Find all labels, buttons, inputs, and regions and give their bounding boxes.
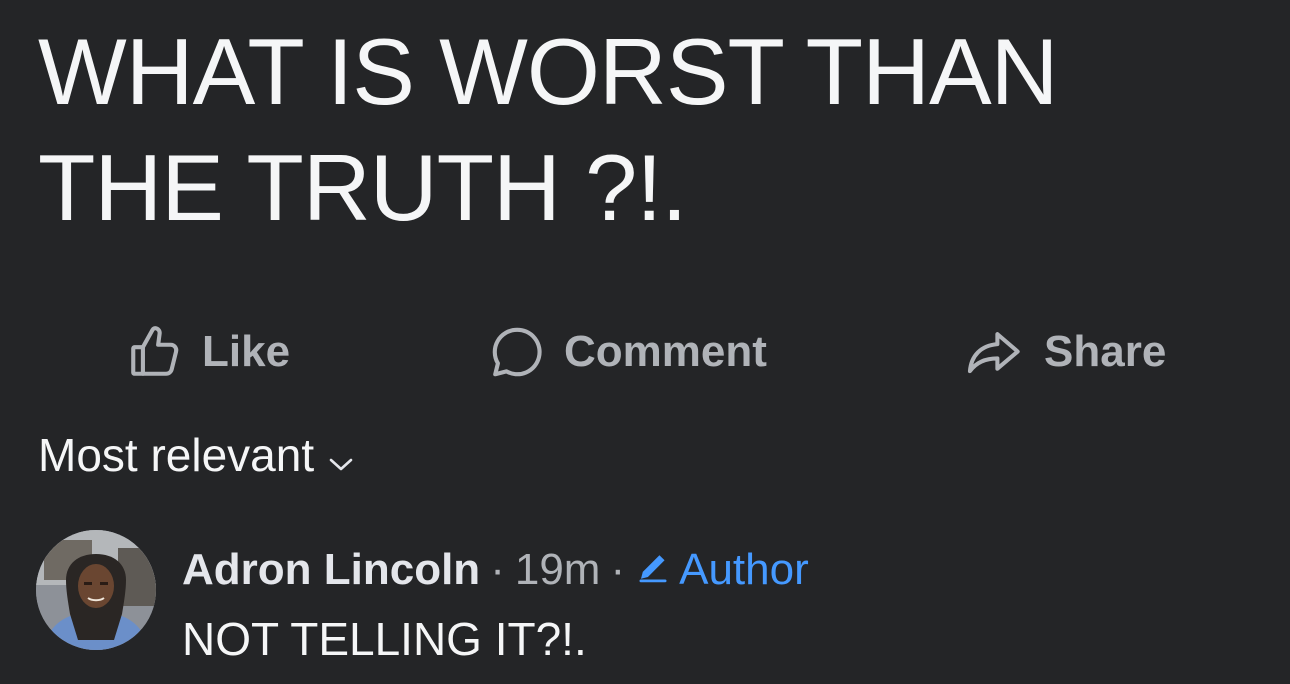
post-view: WHAT IS WORST THAN THE TRUTH ?!. Like Co…	[0, 0, 1290, 684]
author-badge-label: Author	[679, 545, 809, 594]
avatar[interactable]	[36, 530, 156, 650]
thumbs-up-icon	[126, 323, 184, 381]
comment-timestamp[interactable]: 19m	[515, 545, 601, 595]
share-button[interactable]: Share	[964, 316, 1166, 388]
author-badge: Author	[635, 545, 809, 595]
sort-label: Most relevant	[38, 429, 315, 481]
share-label: Share	[1044, 327, 1167, 376]
speech-bubble-icon	[488, 323, 546, 381]
post-action-bar: Like Comment Share	[0, 316, 1290, 388]
share-arrow-icon	[964, 323, 1026, 381]
comment-text: NOT TELLING IT?!.	[182, 613, 587, 665]
meta-separator: ·	[610, 545, 626, 594]
comment-label: Comment	[564, 327, 767, 376]
comment-author-name[interactable]: Adron Lincoln	[182, 545, 480, 595]
pencil-icon	[635, 545, 671, 595]
like-label: Like	[202, 327, 291, 376]
comment-button[interactable]: Comment	[488, 316, 767, 388]
comment-meta: Adron Lincoln · 19m · Author	[182, 540, 809, 600]
like-button[interactable]: Like	[126, 316, 290, 388]
comment-item: Adron Lincoln · 19m · Author NOT TELLING…	[36, 530, 1266, 670]
comments-sort-dropdown[interactable]: Most relevant	[38, 426, 354, 484]
post-text: WHAT IS WORST THAN THE TRUTH ?!.	[38, 19, 1059, 240]
meta-separator: ·	[490, 545, 505, 594]
chevron-down-icon	[328, 431, 354, 485]
